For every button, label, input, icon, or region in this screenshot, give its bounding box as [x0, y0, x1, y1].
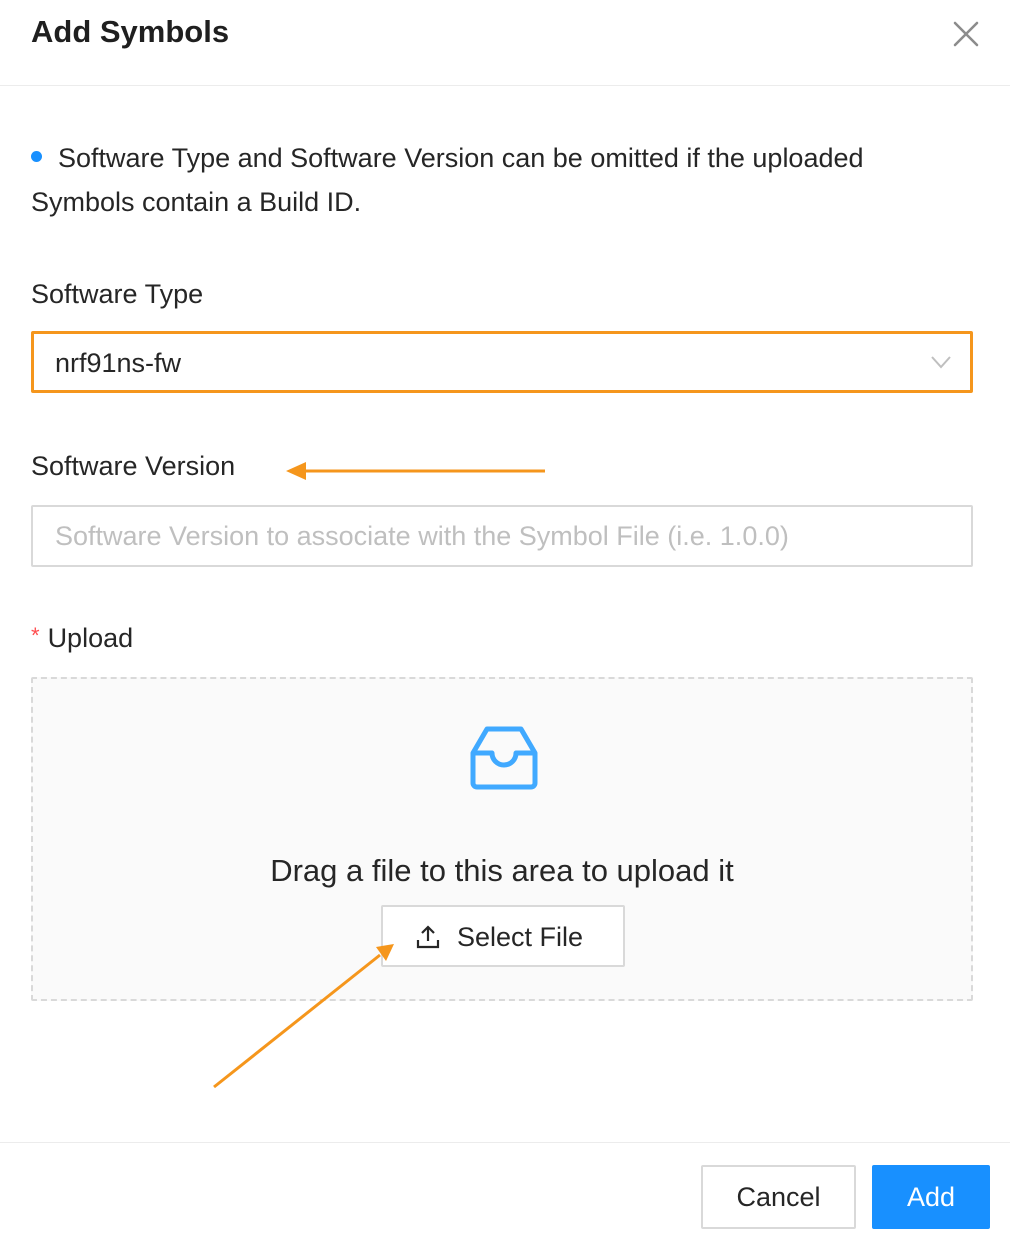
close-icon	[953, 21, 979, 47]
cancel-button[interactable]: Cancel	[701, 1165, 856, 1229]
software-type-label: Software Type	[31, 279, 204, 309]
upload-dropzone[interactable]: Drag a file to this area to upload it Se…	[31, 677, 973, 1001]
upload-label: * Upload	[31, 621, 133, 657]
inbox-icon	[470, 726, 538, 790]
software-version-label: Software Version	[31, 451, 236, 481]
required-mark: *	[31, 623, 40, 648]
dialog-header: Add Symbols	[0, 0, 1010, 86]
info-bullet	[31, 151, 42, 163]
add-button[interactable]: Add	[872, 1165, 990, 1229]
dropzone-text: Drag a file to this area to upload it	[270, 853, 734, 888]
chevron-down-icon	[931, 356, 951, 369]
software-version-input[interactable]	[31, 505, 973, 567]
upload-icon	[416, 925, 440, 949]
software-type-value: nrf91ns-fw	[55, 348, 182, 378]
dialog-footer: Cancel Add	[0, 1142, 1010, 1238]
software-type-select[interactable]: nrf91ns-fw	[31, 331, 973, 393]
upload-label-text: Upload	[47, 623, 134, 653]
select-file-label: Select File	[457, 922, 584, 952]
info-text: Software Type and Software Version can b…	[31, 143, 864, 217]
dialog-title: Add Symbols	[31, 14, 230, 49]
select-file-button[interactable]: Select File	[381, 905, 625, 967]
info-message: Software Type and Software Version can b…	[31, 136, 971, 224]
annotation-arrow-software-version	[286, 462, 545, 480]
close-button[interactable]	[948, 16, 984, 52]
